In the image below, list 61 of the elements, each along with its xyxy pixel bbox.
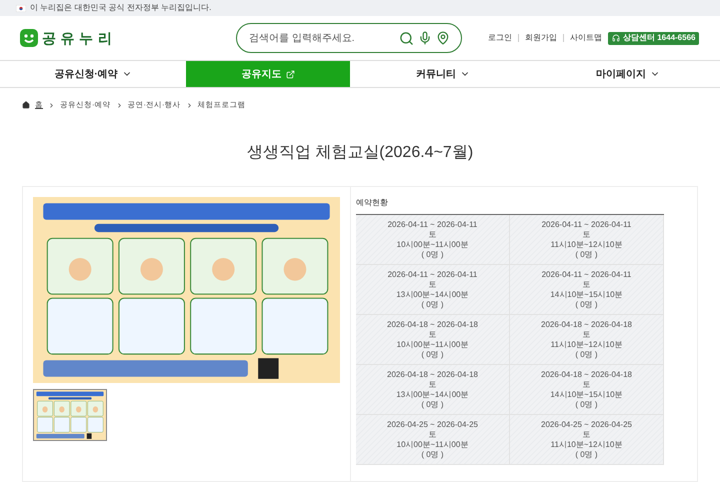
thumbnail[interactable] [33, 389, 107, 441]
search-icon[interactable] [399, 30, 414, 46]
slot-day: 토 [428, 330, 436, 340]
slot-day: 토 [582, 430, 590, 440]
slot-time: 13시00분~14시00분 [396, 390, 469, 400]
slot-date: 2026-04-18 ~ 2026-04-18 [387, 370, 478, 380]
slot-time: 11시10분~12시10분 [550, 340, 622, 350]
header-link[interactable]: 로그인 [488, 32, 512, 44]
slot-count: ( 0명 ) [421, 350, 444, 360]
slot-date: 2026-04-11 ~ 2026-04-11 [388, 270, 478, 280]
slot-day: 토 [582, 230, 590, 240]
call-center-button[interactable]: 상담센터 1644-6566 [608, 32, 700, 44]
slot-date: 2026-04-11 ~ 2026-04-11 [388, 220, 478, 230]
slot-date: 2026-04-11 ~ 2026-04-11 [542, 220, 632, 230]
slot-day: 토 [428, 380, 436, 390]
logo-text[interactable]: 공 유 누 리 [42, 28, 112, 48]
flag-icon [16, 4, 26, 12]
header-link[interactable]: 사이트맵 [570, 32, 602, 44]
slot-time: 13시00분~14시00분 [396, 290, 469, 300]
slot-date: 2026-04-25 ~ 2026-04-25 [541, 420, 632, 430]
chevron-right-icon [48, 102, 55, 108]
section-title: 예약현황 [356, 197, 389, 209]
search-field[interactable]: 검색어를 입력해주세요. [236, 23, 462, 53]
chevron-right-icon [186, 102, 192, 108]
slot-count: ( 0명 ) [575, 450, 598, 460]
microphone-icon[interactable] [418, 31, 432, 45]
slot-time: 10시00분~11시00분 [396, 240, 468, 250]
slot-count: ( 0명 ) [575, 350, 598, 360]
slot-date: 2026-04-18 ~ 2026-04-18 [541, 320, 632, 330]
headset-icon [612, 34, 620, 42]
slot-day: 토 [428, 230, 436, 240]
banner-text: 이 누리집은 대한민국 공식 전자정부 누리집입니다. [30, 2, 212, 14]
slot-date: 2026-04-11 ~ 2026-04-11 [542, 270, 632, 280]
slot-date: 2026-04-18 ~ 2026-04-18 [541, 370, 632, 380]
slot-count: ( 0명 ) [421, 450, 444, 460]
slot-count: ( 0명 ) [575, 400, 598, 410]
slot-time: 10시00분~11시00분 [396, 440, 468, 450]
location-pin-icon[interactable] [436, 31, 450, 45]
slot-count: ( 0명 ) [421, 400, 444, 410]
slot-day: 토 [428, 430, 436, 440]
slot-time: 14시10분~15시10분 [550, 390, 623, 400]
slot-count: ( 0명 ) [575, 300, 598, 310]
slot-count: ( 0명 ) [421, 300, 444, 310]
slot-time: 10시00분~11시00분 [396, 340, 468, 350]
logo-icon [20, 29, 38, 47]
home-icon [22, 101, 30, 109]
slot-time: 11시10분~12시10분 [550, 240, 622, 250]
slot-time: 14시10분~15시10분 [550, 290, 623, 300]
slot-day: 토 [428, 280, 436, 290]
header-link[interactable]: 회원가입 [525, 32, 557, 44]
slot-count: ( 0명 ) [421, 250, 444, 260]
chevron-right-icon [116, 102, 122, 108]
slot-time: 11시10분~12시10분 [550, 440, 622, 450]
slot-day: 토 [582, 330, 590, 340]
slot-day: 토 [582, 280, 590, 290]
slot-count: ( 0명 ) [575, 250, 598, 260]
slot-date: 2026-04-25 ~ 2026-04-25 [387, 420, 478, 430]
external-link-icon [286, 70, 294, 78]
slot-date: 2026-04-18 ~ 2026-04-18 [387, 320, 478, 330]
slot-day: 토 [582, 380, 590, 390]
page-title: 생생직업 체험교실(2026.4~7월) [246, 143, 474, 163]
